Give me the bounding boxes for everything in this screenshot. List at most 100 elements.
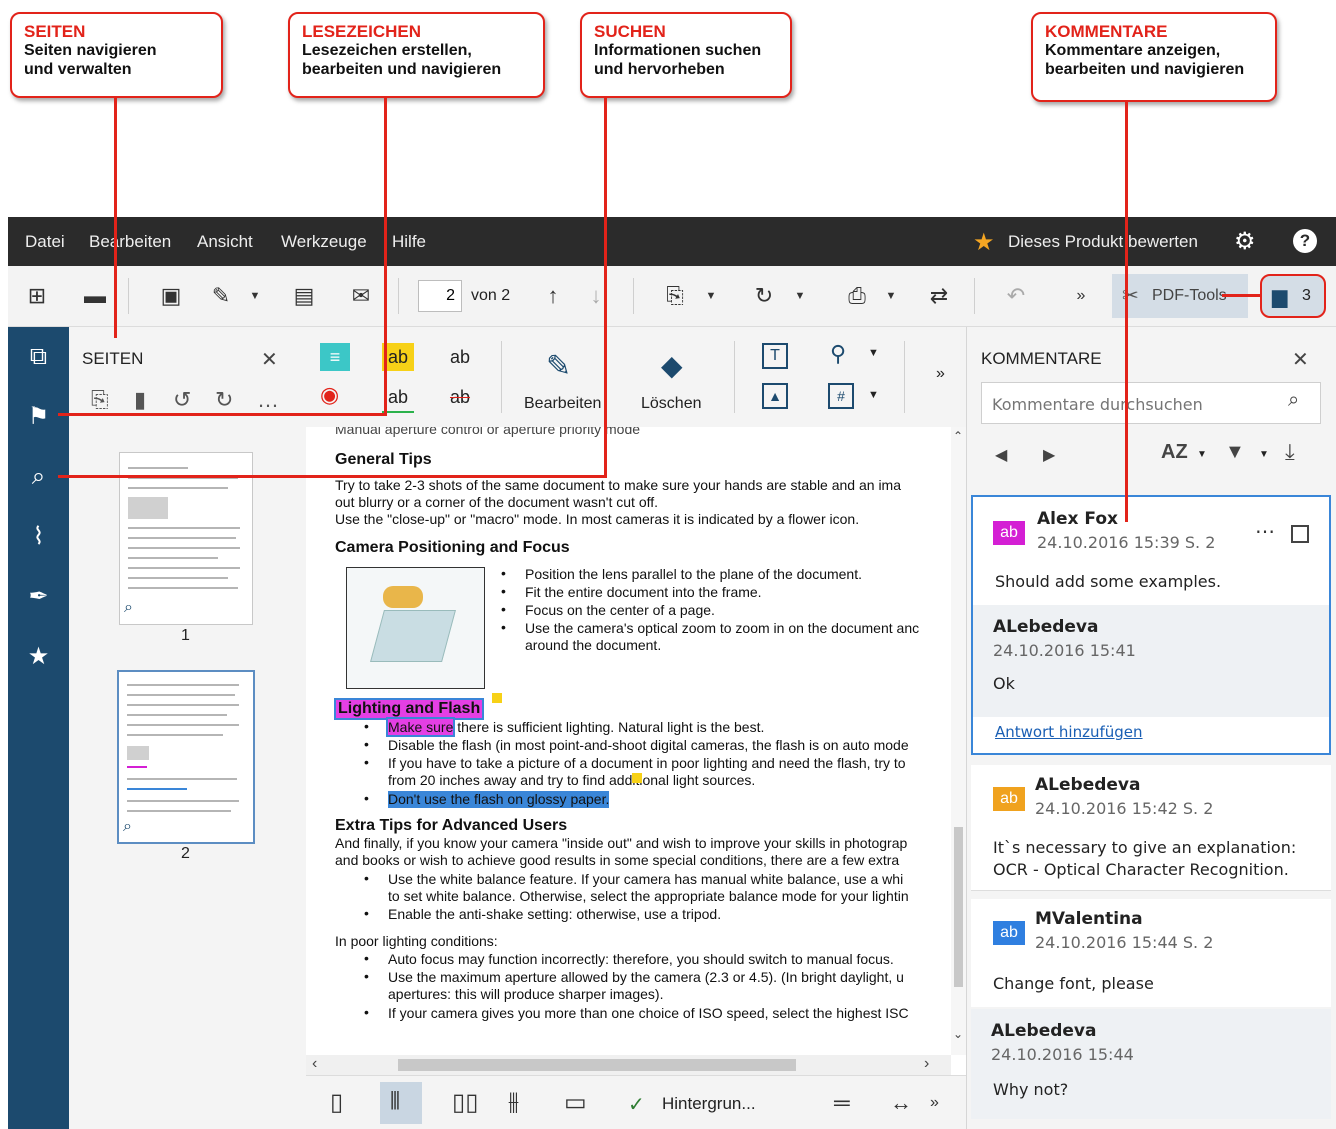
add-page-icon[interactable]: ⎘ — [91, 387, 109, 413]
close-icon[interactable]: ✕ — [1292, 347, 1309, 372]
chevron-down-icon[interactable]: ⌄ — [953, 1027, 963, 1041]
sort-icon[interactable]: AZ — [1161, 441, 1188, 464]
chevron-down-icon[interactable]: ▼ — [240, 282, 270, 310]
page-number-input[interactable] — [418, 280, 462, 312]
fit-height-icon[interactable]: ═ — [834, 1090, 850, 1116]
scroll-thumb[interactable] — [398, 1059, 796, 1071]
star-icon[interactable]: ★ — [8, 637, 69, 677]
chevron-left-icon[interactable]: ‹ — [312, 1055, 317, 1073]
comment-checkbox[interactable] — [1291, 525, 1309, 543]
rotate-right-icon[interactable]: ↻ — [215, 387, 233, 413]
menu-datei[interactable]: Datei — [25, 232, 65, 252]
recognize-icon[interactable]: ⎙ — [842, 282, 872, 310]
strikethrough-icon[interactable]: ab — [444, 383, 476, 411]
next-comment-icon[interactable]: ▶ — [1043, 445, 1055, 465]
bookmark-icon[interactable]: ⚑ — [8, 397, 69, 437]
mail-icon[interactable]: ✉ — [346, 282, 376, 310]
horizontal-scrollbar[interactable]: ‹ › — [306, 1055, 951, 1075]
doc-text: Disable the flash (in most point-and-sho… — [388, 737, 909, 753]
open-folder-icon[interactable]: ▬ — [80, 282, 110, 310]
comment-search-input[interactable] — [990, 391, 1284, 417]
page-thumbnail-2[interactable]: ⌕ — [117, 670, 255, 844]
undo-icon[interactable]: ↶ — [1001, 282, 1031, 310]
add-page-icon[interactable]: ⎘ — [660, 282, 690, 310]
save-as-icon[interactable]: ✎ — [206, 282, 236, 310]
bates-icon[interactable]: # — [828, 383, 854, 409]
two-page-icon[interactable]: ▯▯ — [452, 1088, 478, 1117]
rotate-left-icon[interactable]: ↺ — [173, 387, 191, 413]
note-marker-icon[interactable] — [492, 693, 502, 703]
save-icon[interactable]: ▣ — [156, 282, 186, 310]
filter-icon[interactable]: ▼ — [1225, 441, 1245, 464]
print-icon[interactable]: ▤ — [289, 282, 319, 310]
comment-card[interactable]: ab ALebedeva 24.10.2016 15:42 S. 2 It`s … — [971, 765, 1331, 891]
pages-icon[interactable]: ⧉ — [8, 337, 69, 377]
delete-button-label[interactable]: Löschen — [641, 395, 702, 413]
vertical-scrollbar[interactable]: ⌃ ⌄ — [951, 427, 966, 1055]
comment-search-box[interactable]: ⌕ — [981, 382, 1321, 424]
more-icon[interactable]: » — [936, 365, 945, 383]
fit-width-icon[interactable]: ↔ — [890, 1090, 912, 1116]
collapse-all-icon[interactable]: ⤓ — [1285, 439, 1295, 465]
rate-product-link[interactable]: Dieses Produkt bewerten — [1008, 232, 1198, 252]
menu-werkzeuge[interactable]: Werkzeuge — [281, 232, 367, 252]
comment-text: It`s necessary to give an explanation: — [993, 838, 1297, 857]
callout-lesezeichen: LESEZEICHEN Lesezeichen erstellen, bearb… — [288, 12, 545, 98]
signature-icon[interactable]: ✒ — [8, 577, 69, 617]
search-icon[interactable]: ⌕ — [1288, 389, 1299, 412]
help-icon[interactable]: ? — [1293, 229, 1317, 253]
edit-icon[interactable]: ✎ — [546, 349, 571, 384]
attachment-icon[interactable]: ⌇ — [8, 517, 69, 557]
eraser-icon[interactable]: ◆ — [661, 349, 683, 382]
menu-hilfe[interactable]: Hilfe — [392, 232, 426, 252]
chevron-right-icon[interactable]: › — [924, 1055, 929, 1073]
edit-button-label[interactable]: Bearbeiten — [524, 395, 601, 413]
note-marker-icon[interactable] — [632, 773, 642, 783]
single-page-icon[interactable]: ▯ — [330, 1088, 343, 1117]
previous-comment-icon[interactable]: ◀ — [995, 445, 1007, 465]
menu-bearbeiten[interactable]: Bearbeiten — [89, 232, 171, 252]
shape-icon[interactable]: ◉ — [320, 382, 339, 408]
more-icon[interactable]: » — [1066, 282, 1096, 310]
rotate-icon[interactable]: ↻ — [749, 282, 779, 310]
note-icon[interactable]: ≡ — [320, 343, 350, 371]
scroll-thumb[interactable] — [954, 827, 963, 987]
comment-card[interactable]: ab MValentina 24.10.2016 15:44 S. 2 Chan… — [971, 899, 1331, 1007]
chevron-down-icon[interactable]: ▼ — [876, 282, 906, 310]
comments-toggle-button[interactable]: ▆ 3 — [1260, 274, 1326, 318]
chevron-up-icon[interactable]: ⌃ — [953, 429, 963, 443]
scroll-view-button[interactable]: ⫴ — [380, 1082, 422, 1124]
two-page-scroll-icon[interactable]: ⫵ — [508, 1088, 519, 1116]
more-icon[interactable]: … — [257, 387, 279, 413]
callout-title: LESEZEICHEN — [302, 22, 422, 41]
arrow-up-icon[interactable]: ↑ — [538, 282, 568, 310]
chevron-down-icon[interactable]: ▼ — [1259, 449, 1269, 460]
menu-bar: Datei Bearbeiten Ansicht Werkzeuge Hilfe… — [8, 217, 1336, 266]
close-icon[interactable]: ✕ — [261, 347, 278, 372]
gear-icon[interactable]: ⚙ — [1234, 227, 1256, 256]
chevron-down-icon[interactable]: ▼ — [868, 347, 879, 359]
check-circle-icon[interactable]: ✓ — [628, 1092, 645, 1117]
more-options-icon[interactable]: ⋯ — [1255, 519, 1275, 544]
insert-text-icon[interactable]: ab — [444, 343, 476, 371]
document-view[interactable]: Manual aperture control or aperture prio… — [306, 427, 966, 1055]
comment-card-selected[interactable]: ab Alex Fox 24.10.2016 15:39 S. 2 ⋯ Shou… — [971, 495, 1331, 755]
text-box-icon[interactable]: T — [762, 343, 788, 369]
chevron-down-icon[interactable]: ▼ — [1197, 449, 1207, 460]
chevron-down-icon[interactable]: ▼ — [785, 282, 815, 310]
chevron-down-icon[interactable]: ▼ — [696, 282, 726, 310]
doc-heading: Camera Positioning and Focus — [335, 539, 570, 556]
add-reply-link[interactable]: Antwort hinzufügen — [995, 723, 1143, 741]
menu-ansicht[interactable]: Ansicht — [197, 232, 253, 252]
image-icon[interactable]: ▲ — [762, 383, 788, 409]
search-icon: ⌕ — [124, 599, 133, 616]
compare-icon[interactable]: ⇄ — [924, 282, 954, 310]
new-document-icon[interactable]: ⊞ — [22, 282, 52, 310]
background-recognition-label[interactable]: Hintergrun... — [662, 1094, 756, 1114]
comment-text: Should add some examples. — [995, 572, 1222, 591]
more-icon[interactable]: » — [930, 1094, 939, 1112]
stamp-icon[interactable]: ⚲ — [830, 341, 846, 367]
delete-icon[interactable]: ▮ — [134, 387, 146, 413]
chevron-down-icon[interactable]: ▼ — [868, 389, 879, 401]
presentation-icon[interactable]: ▭ — [564, 1088, 587, 1117]
